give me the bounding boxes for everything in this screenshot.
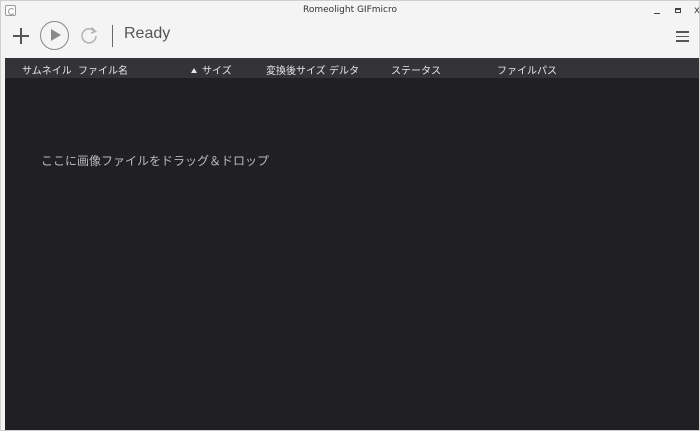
column-header: サムネイル ファイル名 サイズ 変換後サイズ デルタ ステータス ファイルパス [5,58,699,78]
column-thumbnail[interactable]: サムネイル [22,62,72,77]
column-filepath[interactable]: ファイルパス [497,62,557,77]
title-bar: Romeolight GIFmicro x [1,1,700,21]
column-delta[interactable]: デルタ [329,62,359,77]
redo-icon-glyph [81,26,97,44]
window-title: Romeolight GIFmicro [302,5,397,15]
file-list-drop-area[interactable]: ここに画像ファイルをドラッグ＆ドロップ [5,78,699,430]
minimize-button[interactable] [646,3,668,19]
toolbar-separator [112,25,113,47]
close-button[interactable]: x [686,3,700,19]
column-filename[interactable]: ファイル名 [78,62,128,77]
column-converted-size[interactable]: 変換後サイズ [266,62,326,77]
plus-icon[interactable] [11,25,33,47]
app-window: Romeolight GIFmicro x Ready サムネイル ファイル名 … [0,0,700,431]
drop-hint: ここに画像ファイルをドラッグ＆ドロップ [41,154,270,168]
column-size[interactable]: サイズ [191,62,232,77]
status-text: Ready [124,25,171,42]
minimize-icon [654,13,660,14]
maximize-icon [675,8,681,13]
play-icon[interactable] [40,21,69,50]
hamburger-menu-icon[interactable] [676,31,690,43]
column-size-label: サイズ [202,66,232,77]
redo-icon[interactable] [79,25,99,45]
toolbar: Ready [1,21,699,57]
sort-ascending-icon [191,68,197,73]
column-status[interactable]: ステータス [391,62,441,77]
